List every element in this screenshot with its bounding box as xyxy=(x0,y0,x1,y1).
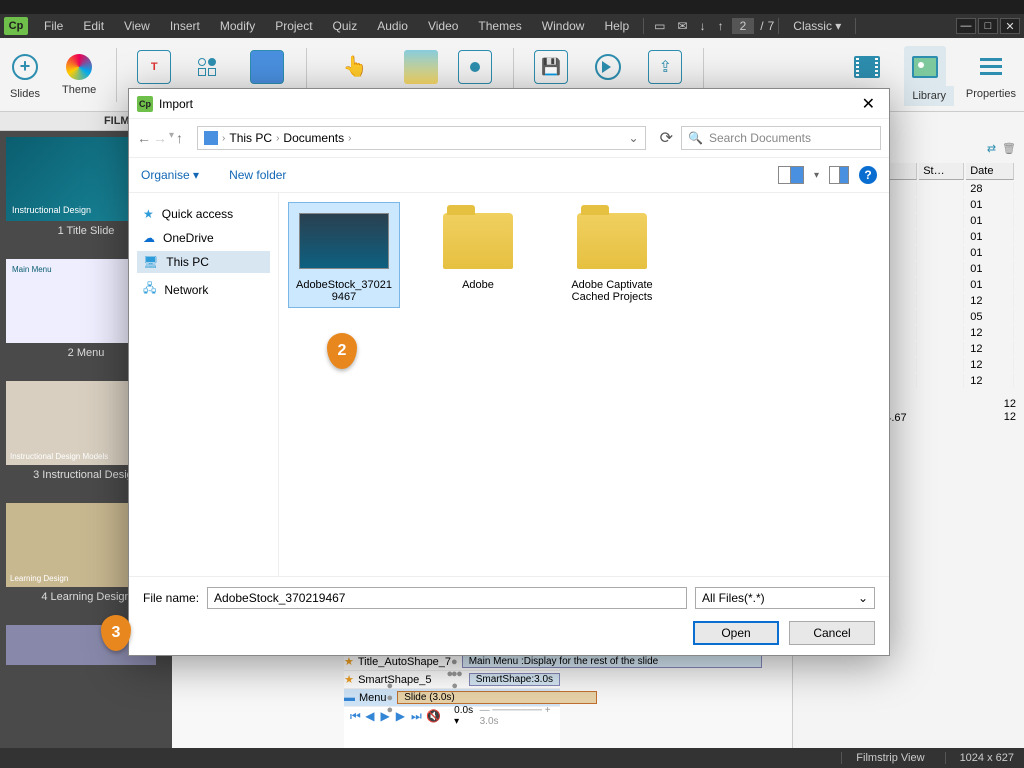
menu-file[interactable]: File xyxy=(34,19,73,33)
file-item-video[interactable]: AdobeStock_370219467 2 xyxy=(289,203,399,307)
filename-input[interactable] xyxy=(207,587,687,609)
nav-back-icon[interactable]: ← xyxy=(137,130,151,146)
workspace-selector[interactable]: Classic ▾ xyxy=(783,19,851,33)
menu-themes[interactable]: Themes xyxy=(468,19,531,33)
undo-icon[interactable]: ↓ xyxy=(694,19,712,33)
window-close-icon[interactable]: ✕ xyxy=(1000,18,1020,34)
dialog-app-icon: Cp xyxy=(137,96,153,112)
status-view: Filmstrip View xyxy=(841,752,924,764)
dialog-title: Import xyxy=(159,97,193,111)
refresh-icon[interactable]: ⟳ xyxy=(660,128,673,148)
timeline-track[interactable]: ★SmartShape_5● ● ●SmartShape:3.0s xyxy=(344,671,560,689)
breadcrumb[interactable]: › This PC › Documents › ⌄ xyxy=(197,126,646,150)
preview-pane-button[interactable] xyxy=(829,166,849,184)
themes-button[interactable]: Theme xyxy=(62,54,96,96)
view-mode-button[interactable] xyxy=(778,166,804,184)
step-back-icon: ◀ xyxy=(365,709,376,723)
sidebar-this-pc[interactable]: 🖥This PC xyxy=(137,251,270,273)
menu-view[interactable]: View xyxy=(114,19,160,33)
mail-icon[interactable]: ✉ xyxy=(672,19,694,33)
window-minimize-icon[interactable]: — xyxy=(956,18,976,34)
timeline-controls[interactable]: ⏮◀▶▶⏭🔇 0.0s ▾ — ─────── + 3.0s xyxy=(344,707,560,725)
menu-audio[interactable]: Audio xyxy=(367,19,418,33)
slides-button[interactable]: +Slides xyxy=(8,50,42,100)
library-tab[interactable]: Library xyxy=(904,86,954,106)
menu-window[interactable]: Window xyxy=(532,19,595,33)
to-end-icon: ⏭ xyxy=(411,709,422,724)
sidebar-onedrive[interactable]: ☁OneDrive xyxy=(137,227,270,249)
file-list: AdobeStock_370219467 2 Adobe Adobe Capti… xyxy=(279,193,889,576)
menubar: Cp File Edit View Insert Modify Project … xyxy=(0,14,1024,38)
window-maximize-icon[interactable]: □ xyxy=(978,18,998,34)
filetype-select[interactable]: All Files(*.*)⌄ xyxy=(695,587,875,609)
play-icon: ▶ xyxy=(380,709,391,723)
timeline-panel: ★Title_AutoShape_7● ● ●Main Menu :Displa… xyxy=(344,652,560,748)
nav-fwd-icon: → xyxy=(153,130,167,146)
menu-video[interactable]: Video xyxy=(418,19,468,33)
library-delete-icon[interactable]: 🗑 xyxy=(1002,142,1016,155)
file-item-folder[interactable]: Adobe xyxy=(423,203,533,295)
mute-icon: 🔇 xyxy=(426,709,440,723)
import-dialog: Cp Import ✕ ← → ▾ ↑ › This PC › Document… xyxy=(128,88,890,656)
organise-button[interactable]: Organise ▾ xyxy=(141,168,199,182)
new-folder-button[interactable]: New folder xyxy=(229,168,286,182)
library-link-icon[interactable]: ⇄ xyxy=(987,142,996,155)
sidebar-network[interactable]: 🖧Network xyxy=(137,275,270,304)
dialog-close-icon[interactable]: ✕ xyxy=(856,94,881,114)
app-logo: Cp xyxy=(4,17,28,35)
dialog-sidebar: ★Quick access ☁OneDrive 🖥This PC 🖧Networ… xyxy=(129,193,279,576)
menu-modify[interactable]: Modify xyxy=(210,19,265,33)
to-start-icon: ⏮ xyxy=(350,709,361,724)
sidebar-quick-access[interactable]: ★Quick access xyxy=(137,203,270,225)
save-icon[interactable]: ▭ xyxy=(648,19,671,33)
menu-project[interactable]: Project xyxy=(265,19,322,33)
filename-label: File name: xyxy=(143,591,199,605)
search-icon: 🔍 xyxy=(688,131,703,145)
file-item-folder[interactable]: Adobe Captivate Cached Projects xyxy=(557,203,667,307)
nav-up-icon[interactable]: ↑ xyxy=(176,130,183,146)
open-button[interactable]: Open xyxy=(693,621,779,645)
status-bar: Filmstrip View 1024 x 627 xyxy=(0,748,1024,768)
step-fwd-icon: ▶ xyxy=(396,709,407,723)
redo-icon[interactable]: ↑ xyxy=(712,19,730,33)
menu-edit[interactable]: Edit xyxy=(73,19,114,33)
menu-help[interactable]: Help xyxy=(594,19,639,33)
menu-quiz[interactable]: Quiz xyxy=(323,19,368,33)
properties-button[interactable]: Properties xyxy=(966,50,1016,100)
menu-insert[interactable]: Insert xyxy=(160,19,210,33)
search-input[interactable]: 🔍 Search Documents xyxy=(681,126,881,150)
help-icon[interactable]: ? xyxy=(859,166,877,184)
status-dimensions: 1024 x 627 xyxy=(945,752,1014,764)
cancel-button[interactable]: Cancel xyxy=(789,621,875,645)
annotation-badge-2: 2 xyxy=(327,333,357,369)
current-page[interactable]: 2 xyxy=(732,18,755,34)
